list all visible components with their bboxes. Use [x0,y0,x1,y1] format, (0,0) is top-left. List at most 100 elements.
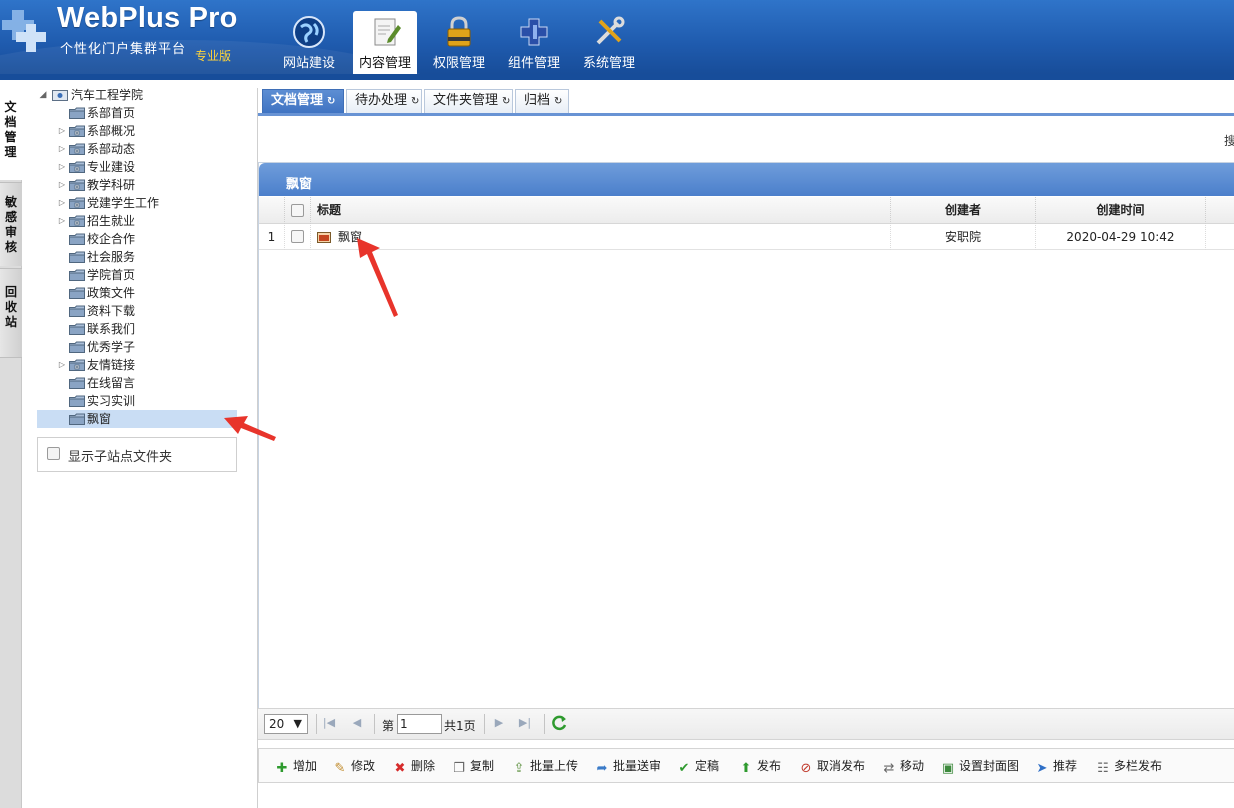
tree-item[interactable]: 校企合作 [37,230,237,248]
col-creator[interactable]: 创建者 [891,197,1036,224]
toolbar-label: 取消发布 [817,759,866,773]
folder-icon [69,323,85,335]
refresh-icon[interactable]: ↻ [554,96,562,107]
nav-component-manage[interactable]: 组件管理 [502,11,566,74]
batch-submit-button[interactable]: ➦ 批量送审 [595,757,661,776]
nav-content-manage[interactable]: 内容管理 [353,11,417,74]
tree-item[interactable]: 联系我们 [37,320,237,338]
tab-archive[interactable]: 归档 ↻ [515,89,569,113]
nav-permission-manage[interactable]: 权限管理 [427,11,491,74]
table-row[interactable]: 1 飘窗 安职院 2020-04-29 10:42 [259,225,1234,250]
tree-root[interactable]: ◢ 汽车工程学院 [37,86,237,104]
expand-triangle-icon[interactable]: ▷ [57,176,67,194]
tree-item[interactable]: 系部首页 [37,104,237,122]
tab-label: 待办处理 [355,93,408,108]
collapse-triangle-icon[interactable]: ◢ [38,86,48,104]
tree-item[interactable]: ▷ 系部动态 [37,140,237,158]
batch-upload-button[interactable]: ⇪ 批量上传 [512,757,578,776]
folder-icon [69,269,85,281]
side-tab-sensitive-review[interactable]: 敏感审核 [0,182,22,266]
toolbar-label: 设置封面图 [959,759,1020,773]
nav-site-build[interactable]: 网站建设 [277,11,341,74]
next-page-icon[interactable]: ▶ [492,715,506,731]
toolbar-label: 复制 [470,759,495,773]
side-tab-document-manage[interactable]: 文档管理 [0,88,22,180]
toolbar-label: 定稿 [695,759,720,773]
expand-triangle-icon[interactable]: ▷ [57,212,67,230]
copy-button[interactable]: ❐ 复制 [452,757,495,776]
expand-triangle-icon[interactable]: ▷ [57,194,67,212]
tree-item-label: 招生就业 [87,214,136,228]
tree-item[interactable]: ▷ 系部概况 [37,122,237,140]
folder-with-children-icon [69,179,85,191]
refresh-icon[interactable]: ↻ [411,96,419,107]
tree-item[interactable]: ▷ 教学科研 [37,176,237,194]
tree-item-label: 友情链接 [87,358,136,372]
last-page-icon[interactable]: ▶| [518,715,532,731]
toolbar-label: 多栏发布 [1114,759,1163,773]
tree-item[interactable]: 资料下载 [37,302,237,320]
tree-item[interactable]: 社会服务 [37,248,237,266]
tree-item-label: 优秀学子 [87,340,136,354]
page-size-select[interactable]: 20 ▼ [264,714,308,734]
tree-item[interactable]: 政策文件 [37,284,237,302]
select-all-checkbox[interactable] [291,204,304,217]
tree-item[interactable]: ▷ 招生就业 [37,212,237,230]
multi-column-button[interactable]: ☷ 多栏发布 [1096,757,1163,776]
col-title[interactable]: 标题 [311,197,891,224]
show-subsite-checkbox[interactable] [47,447,60,460]
tree-item[interactable]: ▷ 党建学生工作 [37,194,237,212]
recommend-button[interactable]: ➤ 推荐 [1035,757,1078,776]
nav-label: 内容管理 [358,56,411,71]
col-created[interactable]: 创建时间 [1036,197,1206,224]
refresh-icon[interactable]: ↻ [327,96,335,107]
tab-label: 文件夹管理 [433,93,499,108]
check-button[interactable]: ✔ 定稿 [677,757,720,776]
tab-pending[interactable]: 待办处理 ↻ [346,89,422,113]
recommend-icon: ➤ [1036,761,1048,776]
cover-image-button[interactable]: ▣ 设置封面图 [941,757,1020,776]
refresh-icon[interactable] [550,714,568,732]
folder-with-children-icon [69,161,85,173]
tree-items: 系部首页 ▷ 系部概况 ▷ 系部动态 ▷ 专业建设 ▷ 教学科研 ▷ 党建学生工作 ▷ 招生就业 校企合作… [37,104,237,428]
tab-document-manage[interactable]: 文档管理 ↻ [262,89,344,113]
first-page-icon[interactable]: |◀ [322,715,336,731]
move-button[interactable]: ⇄ 移动 [882,757,925,776]
col-select [285,197,311,224]
row-checkbox[interactable] [291,230,304,243]
toolbar-label: 移动 [900,759,925,773]
show-subsite-folders-option[interactable]: 显示子站点文件夹 [37,437,237,472]
grid-header: 标题 创建者 创建时间 [259,197,1234,224]
delete-x-button[interactable]: ✖ 删除 [393,757,435,776]
tree-item-label: 校企合作 [87,232,136,246]
tree-item[interactable]: 优秀学子 [37,338,237,356]
expand-triangle-icon[interactable]: ▷ [57,122,67,140]
refresh-icon[interactable]: ↻ [502,96,510,107]
tree-item[interactable]: 飘窗 [37,410,237,428]
page-number-input[interactable]: 1 [397,714,442,734]
tree-item-label: 实习实训 [87,394,136,408]
expand-triangle-icon[interactable]: ▷ [57,158,67,176]
toolbar-label: 推荐 [1053,759,1078,773]
tree-item[interactable]: ▷ 专业建设 [37,158,237,176]
tree-item[interactable]: 实习实训 [37,392,237,410]
expand-triangle-icon[interactable]: ▷ [57,356,67,374]
col-rownum [259,197,285,224]
expand-triangle-icon[interactable]: ▷ [57,140,67,158]
plus-button[interactable]: ✚ 增加 [275,757,317,776]
tree-item[interactable]: ▷ 友情链接 [37,356,237,374]
prev-page-icon[interactable]: ◀ [350,715,364,731]
row-title-link[interactable]: 飘窗 [338,225,362,250]
row-title-cell: 飘窗 [311,225,891,250]
nav-system-manage[interactable]: 系统管理 [577,11,641,74]
tree-item[interactable]: 学院首页 [37,266,237,284]
tree-item[interactable]: 在线留言 [37,374,237,392]
pager-separator [374,714,375,734]
app-header: WebPlus Pro 个性化门户集群平台 专业版 网站建设 内容管理 权限管理 [0,0,1234,80]
row-creator: 安职院 [891,225,1036,250]
tab-folder-manage[interactable]: 文件夹管理 ↻ [424,89,513,113]
unpublish-button[interactable]: ⊘ 取消发布 [799,757,866,776]
side-tab-recycle-bin[interactable]: 回收站 [0,268,22,358]
pencil-button[interactable]: ✎ 修改 [333,757,375,776]
publish-button[interactable]: ⬆ 发布 [739,757,781,776]
